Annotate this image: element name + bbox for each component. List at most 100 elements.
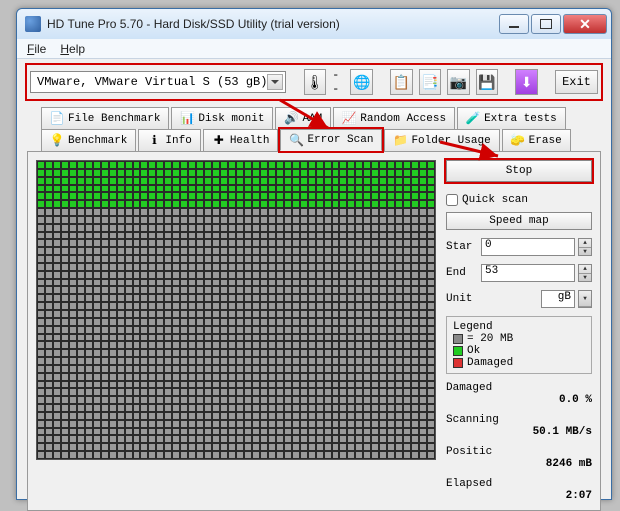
- scan-block: [316, 185, 324, 193]
- minimize-button[interactable]: [499, 14, 529, 34]
- exit-button[interactable]: Exit: [555, 70, 598, 94]
- scan-block: [180, 326, 188, 334]
- tab-health[interactable]: ✚Health: [203, 129, 279, 151]
- start-spinner[interactable]: ▲▼: [578, 238, 592, 256]
- tab-folder-usage[interactable]: 📁Folder Usage: [384, 129, 499, 151]
- scan-block: [101, 286, 109, 294]
- scan-block: [156, 373, 164, 381]
- tab-benchmark[interactable]: 💡Benchmark: [41, 129, 136, 151]
- scan-block: [308, 357, 316, 365]
- scan-block: [244, 388, 252, 396]
- scan-block: [188, 271, 196, 279]
- stop-button[interactable]: Stop: [446, 160, 592, 182]
- scan-block: [125, 435, 133, 443]
- scan-block: [164, 255, 172, 263]
- scan-block: [260, 294, 268, 302]
- tab-extra-tests[interactable]: 🧪Extra tests: [457, 107, 566, 129]
- scan-block: [53, 443, 61, 451]
- scan-block: [427, 334, 435, 342]
- tab-disk-monit[interactable]: 📊Disk monit: [171, 107, 273, 129]
- tab-file-benchmark[interactable]: 📄File Benchmark: [41, 107, 169, 129]
- tab-random-access[interactable]: 📈Random Access: [333, 107, 455, 129]
- scan-block: [427, 200, 435, 208]
- scan-block: [355, 451, 363, 459]
- scan-block: [371, 294, 379, 302]
- scan-block: [172, 404, 180, 412]
- scan-block: [117, 255, 125, 263]
- start-input[interactable]: 0: [481, 238, 575, 256]
- options-button[interactable]: ⬇: [515, 69, 538, 95]
- title-bar[interactable]: HD Tune Pro 5.70 - Hard Disk/SSD Utility…: [17, 9, 611, 39]
- screenshot-button[interactable]: 📷: [447, 69, 470, 95]
- scan-block: [109, 286, 117, 294]
- scan-block: [140, 286, 148, 294]
- scan-block: [260, 443, 268, 451]
- scan-block: [172, 451, 180, 459]
- scan-block: [252, 349, 260, 357]
- scan-block: [387, 224, 395, 232]
- scan-block: [204, 443, 212, 451]
- scan-block: [172, 169, 180, 177]
- tab-info[interactable]: ℹInfo: [138, 129, 200, 151]
- quick-scan-input[interactable]: [446, 194, 458, 206]
- scan-block: [164, 396, 172, 404]
- scan-block: [300, 435, 308, 443]
- scan-block: [180, 396, 188, 404]
- scan-block: [77, 365, 85, 373]
- scan-block: [69, 435, 77, 443]
- save-button[interactable]: 💾: [476, 69, 499, 95]
- scan-block: [93, 357, 101, 365]
- scan-block: [419, 216, 427, 224]
- scan-block: [403, 318, 411, 326]
- scan-block: [252, 451, 260, 459]
- close-button[interactable]: ✕: [563, 14, 607, 34]
- scan-block: [37, 334, 45, 342]
- quick-scan-checkbox[interactable]: Quick scan: [446, 194, 592, 206]
- temperature-button[interactable]: 🌡: [304, 69, 327, 95]
- scan-block: [387, 263, 395, 271]
- scan-block: [316, 177, 324, 185]
- scan-block: [61, 443, 69, 451]
- scan-block: [284, 326, 292, 334]
- scan-block: [284, 271, 292, 279]
- scan-block: [77, 200, 85, 208]
- scan-block: [93, 428, 101, 436]
- copy-info-button[interactable]: 📋: [390, 69, 413, 95]
- tab-error-scan[interactable]: 🔍Error Scan: [280, 129, 382, 151]
- tab-erase[interactable]: 🧽Erase: [502, 129, 571, 151]
- dropdown-arrow-icon[interactable]: [267, 74, 283, 90]
- scan-block: [188, 318, 196, 326]
- settings-button[interactable]: 🌐: [350, 69, 373, 95]
- end-input[interactable]: 53: [481, 264, 575, 282]
- scan-block: [109, 192, 117, 200]
- scan-block: [156, 318, 164, 326]
- copy-screenshot-button[interactable]: 📑: [419, 69, 442, 95]
- end-spinner[interactable]: ▲▼: [578, 264, 592, 282]
- speed-map-button[interactable]: Speed map: [446, 212, 592, 230]
- scan-block: [371, 373, 379, 381]
- scan-block: [148, 435, 156, 443]
- menu-help[interactable]: Help: [60, 42, 85, 56]
- scan-block: [93, 247, 101, 255]
- scan-block: [196, 208, 204, 216]
- scan-block: [355, 177, 363, 185]
- scan-block: [411, 396, 419, 404]
- scan-block: [117, 294, 125, 302]
- scan-block: [212, 177, 220, 185]
- scan-block: [379, 232, 387, 240]
- scan-block: [387, 341, 395, 349]
- scan-block: [292, 388, 300, 396]
- unit-dropdown[interactable]: ▼: [578, 290, 592, 308]
- scan-block: [300, 208, 308, 216]
- maximize-button[interactable]: [531, 14, 561, 34]
- scan-block: [204, 239, 212, 247]
- scan-block: [276, 451, 284, 459]
- drive-select[interactable]: VMware, VMware Virtual S (53 gB): [30, 71, 286, 93]
- scan-block: [347, 381, 355, 389]
- tab-aam[interactable]: 🔊AAM: [275, 107, 331, 129]
- scan-block: [69, 412, 77, 420]
- scan-block: [316, 302, 324, 310]
- scan-block: [419, 428, 427, 436]
- menu-file[interactable]: File: [27, 42, 46, 56]
- unit-select[interactable]: gB: [541, 290, 575, 308]
